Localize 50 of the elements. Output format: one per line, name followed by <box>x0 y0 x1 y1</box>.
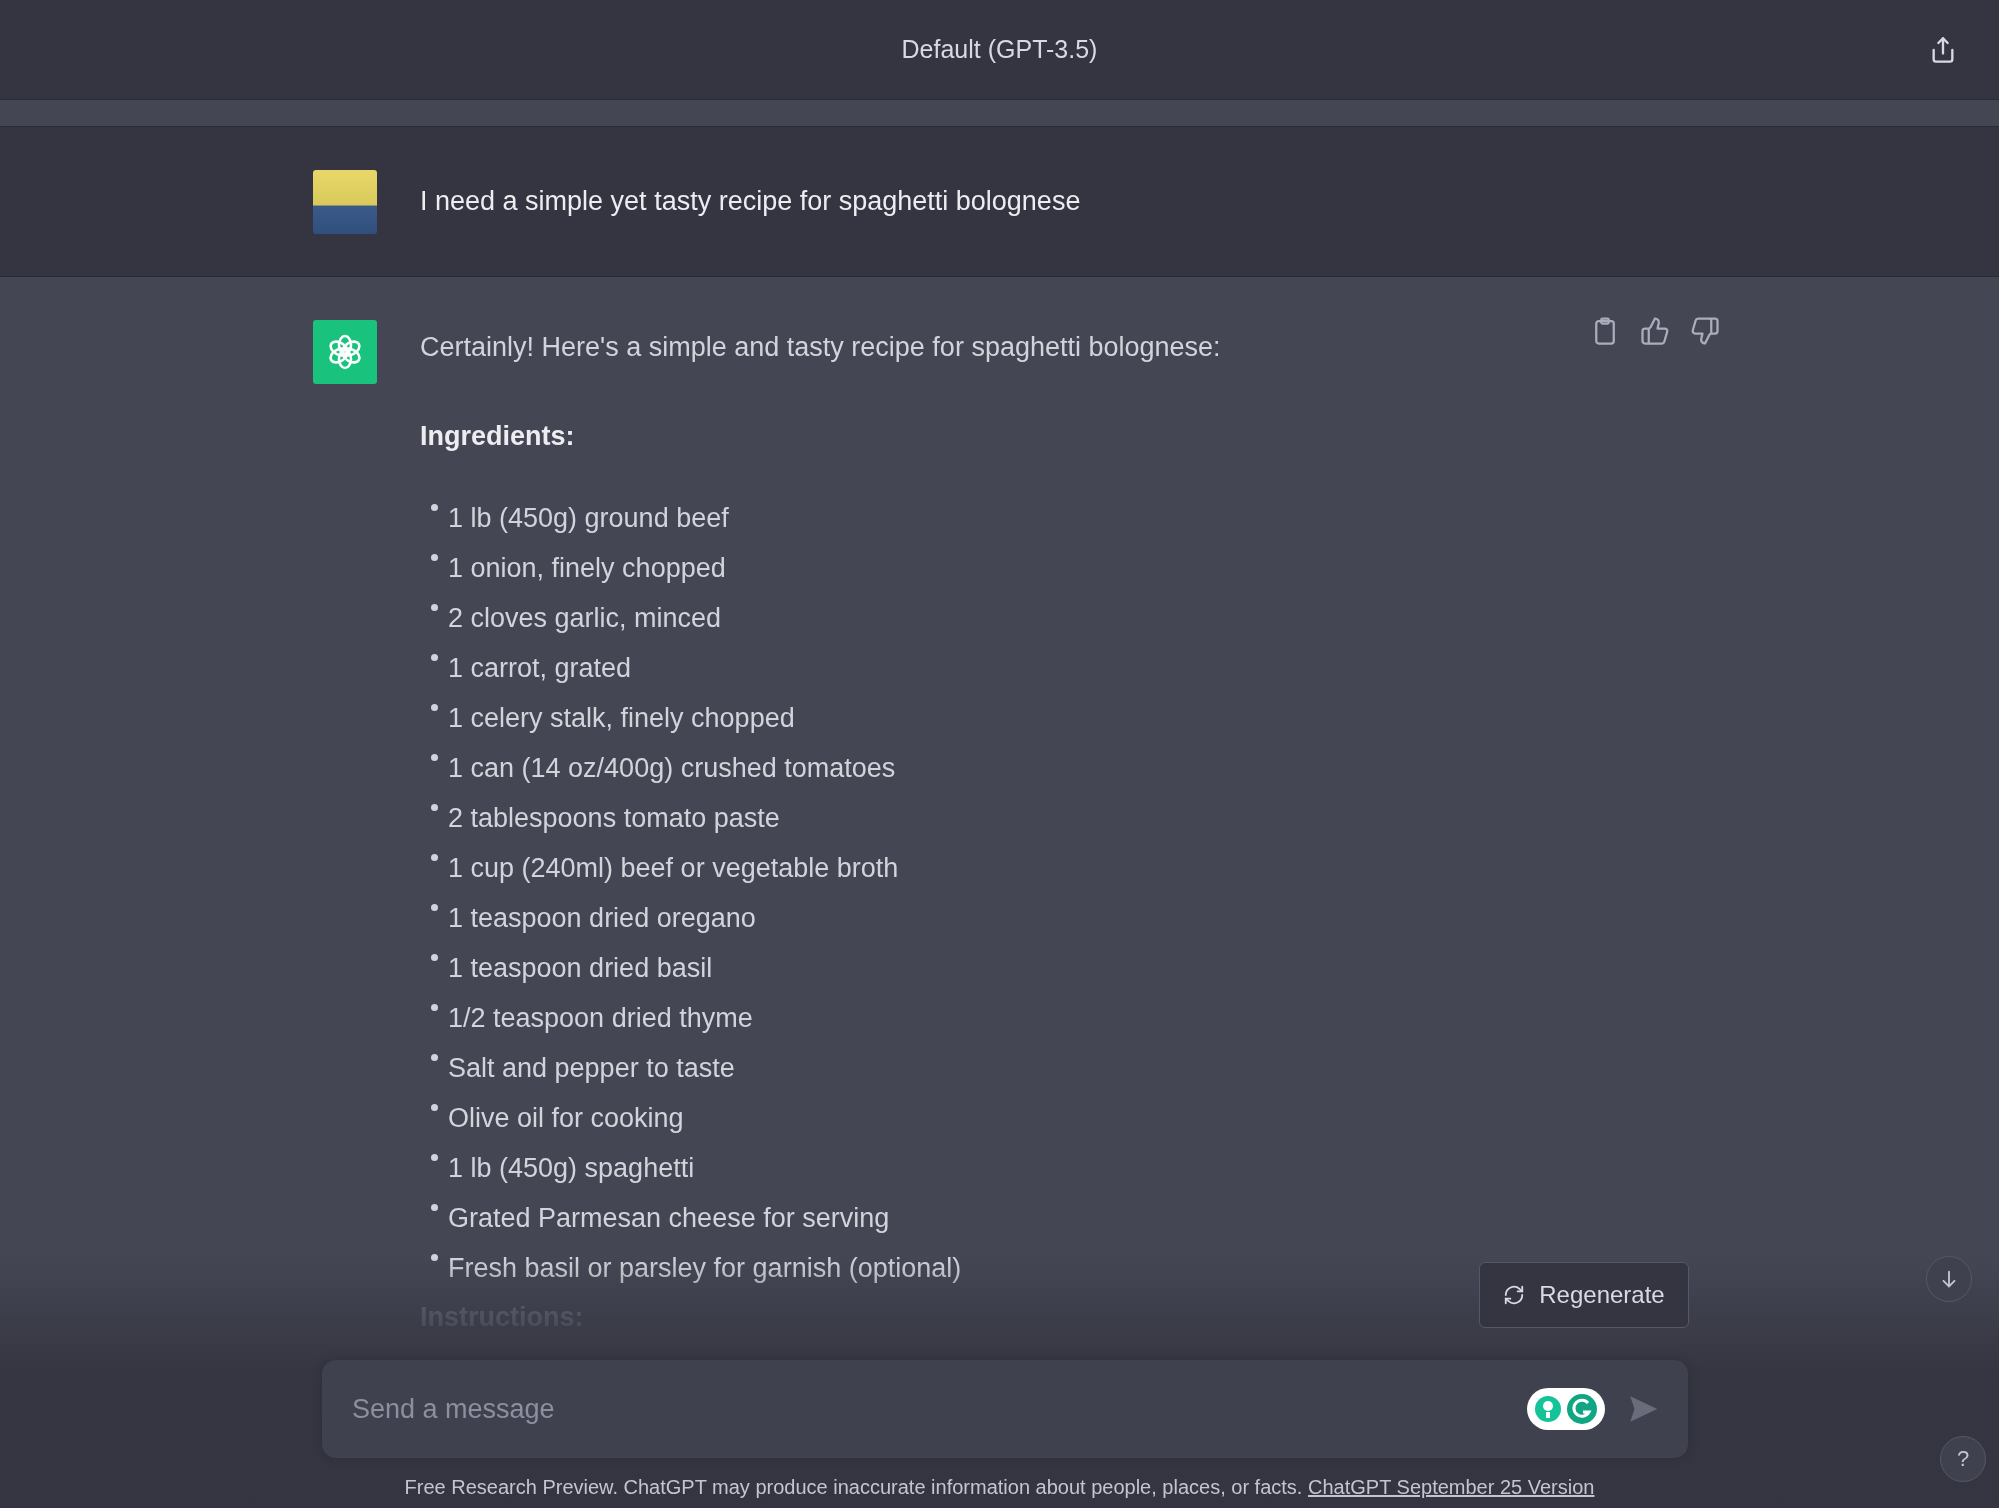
ingredient-text: 2 tablespoons tomato paste <box>448 802 780 834</box>
model-title: Default (GPT-3.5) <box>901 35 1098 64</box>
ingredient-text: Grated Parmesan cheese for serving <box>448 1202 890 1234</box>
bullet-icon <box>431 804 438 811</box>
ingredient-text: 1 lb (450g) spaghetti <box>448 1152 695 1184</box>
assistant-message: Certainly! Here's a simple and tasty recipe for spaghetti bolognese: <box>420 332 1221 363</box>
ingredient-text: Fresh basil or parsley for garnish (optional) <box>448 1252 962 1284</box>
regenerate-button[interactable]: Regenerate <box>1479 1262 1689 1328</box>
ingredient-text: 1/2 teaspoon dried thyme <box>448 1002 753 1034</box>
scroll-down-button[interactable] <box>1926 1256 1972 1302</box>
thumbs-down-icon <box>1690 316 1720 346</box>
version-link[interactable]: ChatGPT September 25 Version <box>1308 1476 1595 1498</box>
bullet-icon <box>431 1154 438 1161</box>
bullet-icon <box>431 1004 438 1011</box>
ingredient-text: 1 teaspoon dried basil <box>448 952 713 984</box>
thumbs-up-button[interactable] <box>1640 316 1670 346</box>
composer-bar[interactable]: Send a message <box>322 1360 1688 1458</box>
ingredient-text: 1 teaspoon dried oregano <box>448 902 756 934</box>
ingredient-text: 1 celery stalk, finely chopped <box>448 702 795 734</box>
bullet-icon <box>431 604 438 611</box>
ingredient-text: 1 lb (450g) ground beef <box>448 502 729 534</box>
ingredient-text: 1 cup (240ml) beef or vegetable broth <box>448 852 899 884</box>
grammar-extension-icon <box>1526 1387 1606 1431</box>
ingredient-text: 2 cloves garlic, minced <box>448 602 722 634</box>
help-button[interactable]: ? <box>1940 1436 1986 1482</box>
bullet-icon <box>431 704 438 711</box>
disclaimer-text: Free Research Preview. ChatGPT may produce inaccurate information about people, places, or facts. ChatGPT September 25 Version <box>403 1476 1596 1499</box>
bullet-icon <box>431 854 438 861</box>
refresh-icon <box>1503 1284 1526 1306</box>
thumbs-down-button[interactable] <box>1690 316 1720 346</box>
bullet-icon <box>431 1254 438 1261</box>
bullet-icon <box>431 754 438 761</box>
ingredient-text: 1 can (14 oz/400g) crushed tomatoes <box>448 752 896 784</box>
photo-placeholder <box>313 169 377 234</box>
thumbs-up-icon <box>1640 316 1670 346</box>
bullet-icon <box>431 554 438 561</box>
section-heading: Ingredients: <box>420 421 575 452</box>
message-input[interactable]: Send a message <box>350 1392 1506 1426</box>
ingredient-text: 1 onion, finely chopped <box>448 552 726 584</box>
user-message: I need a simple yet tasty recipe for spaghetti bolognese <box>420 186 1081 217</box>
bullet-icon <box>431 954 438 961</box>
ingredient-text: Salt and pepper to taste <box>448 1052 735 1084</box>
bullet-icon <box>431 1204 438 1211</box>
ingredient-text: 1 carrot, grated <box>448 652 632 684</box>
bullet-icon <box>431 1104 438 1111</box>
bullet-icon <box>431 654 438 661</box>
bullet-icon <box>431 1054 438 1061</box>
ingredient-text: Olive oil for cooking <box>448 1102 684 1134</box>
bullet-icon <box>431 904 438 911</box>
bullet-icon <box>431 504 438 511</box>
